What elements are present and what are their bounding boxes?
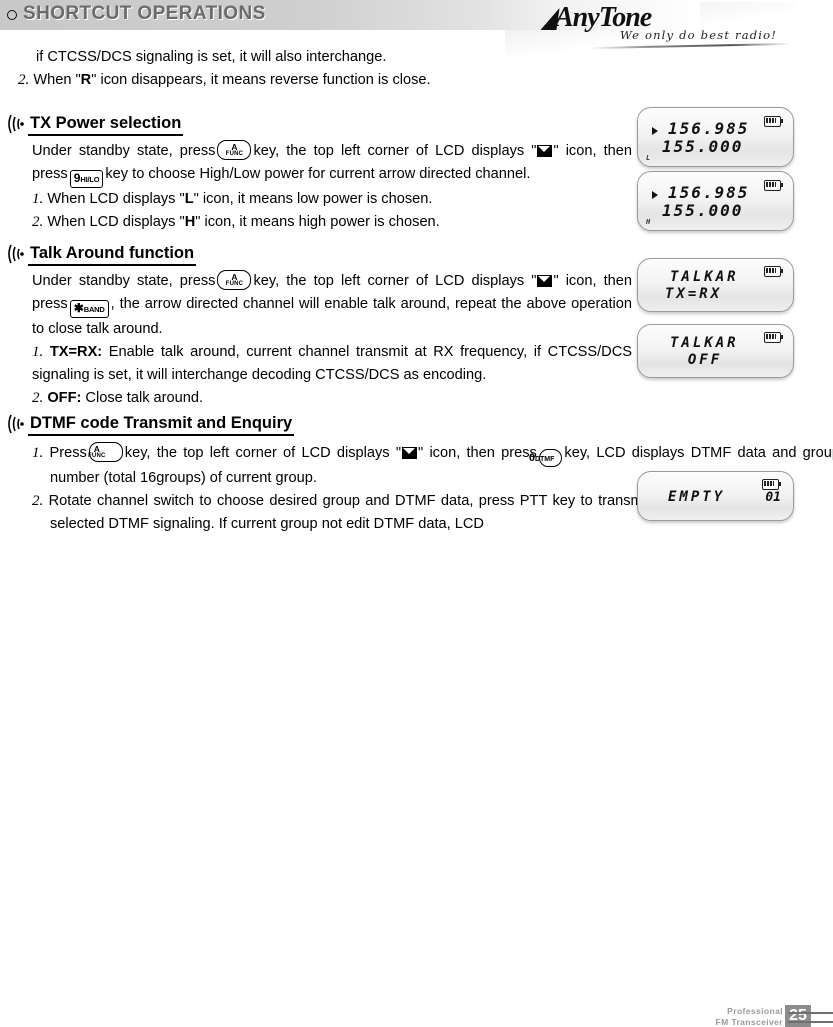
section-title-talk-around: Talk Around function <box>28 244 196 266</box>
key-func-icon[interactable]: AFUNC <box>217 140 251 160</box>
dtmf-item-1-c: " icon, then press <box>418 445 537 461</box>
signal-wave-icon <box>8 411 32 437</box>
section-title-dtmf: DTMF code Transmit and Enquiry <box>28 414 294 436</box>
key-star-label: ✱ <box>74 301 84 315</box>
key-hilo-label: HI/LO <box>80 175 99 184</box>
tx-body-a: Under standby state, press <box>32 143 215 159</box>
tx-body-b: key, the top left corner of LCD displays… <box>253 143 536 159</box>
tx-item-1-pre: When LCD displays " <box>47 191 184 207</box>
battery-icon <box>764 180 781 191</box>
battery-icon <box>764 116 781 127</box>
intro-line-1: if CTCSS/DCS signaling is set, it will a… <box>36 46 626 69</box>
lcd-talkar-on: TALKAR TX=RX <box>637 258 794 312</box>
tx-item-2-post: " icon, it means high power is chosen. <box>195 214 439 230</box>
lcd-low-power-line1: 156.985 <box>668 119 749 138</box>
key-func-bottom: FUNC <box>218 151 250 157</box>
ta-body-d: , the arrow directed channel will enable… <box>32 296 632 337</box>
circle-icon <box>7 10 17 20</box>
lcd-talkar-off-line2: OFF <box>665 351 722 370</box>
section-talk-around-body: Under standby state, pressAFUNCkey, the … <box>32 270 632 341</box>
lcd-low-power-line2: 155.000 <box>662 137 743 156</box>
key-func-bottom: FUNC <box>218 281 250 287</box>
channel-arrow-icon <box>652 127 658 135</box>
section-tx-power: TX Power selection Under standby state, … <box>10 102 630 234</box>
section-heading-wrap-talk-around: Talk Around function <box>10 244 630 270</box>
intro-block: if CTCSS/DCS signaling is set, it will a… <box>36 46 626 92</box>
section-title-tx-power: TX Power selection <box>28 114 183 136</box>
section-tx-power-body: Under standby state, pressAFUNCkey, the … <box>32 140 632 188</box>
footer-rule-bottom <box>788 1021 833 1023</box>
lcd-high-power-corner-label: H <box>646 218 650 226</box>
ta-item-1-text: Enable talk around, current channel tran… <box>32 344 632 383</box>
intro-item-2: 2. When "R" icon disappears, it means re… <box>18 69 626 92</box>
intro-item-2-text-b: " icon disappears, it means reverse func… <box>91 72 430 88</box>
section-heading-wrap-dtmf: DTMF code Transmit and Enquiry <box>10 414 825 442</box>
key-0-dtmf-icon[interactable]: 0DTMF <box>539 449 563 467</box>
key-9-hilo-icon[interactable]: 9HI/LO <box>70 170 104 188</box>
section-talk-around: Talk Around function Under standby state… <box>10 232 630 410</box>
envelope-icon <box>537 145 552 157</box>
envelope-icon <box>402 447 417 459</box>
lcd-low-power: 156.985 155.000 L <box>637 107 794 167</box>
ta-item-1-number: 1. <box>32 344 43 360</box>
signal-wave-icon <box>8 111 32 137</box>
signal-wave-icon <box>8 241 32 267</box>
lcd-talkar-on-line2: TX=RX <box>665 285 722 304</box>
section-heading-wrap-tx-power: TX Power selection <box>10 114 630 140</box>
page-header: SHORTCUT OPERATIONS AnyTone We only do b… <box>0 0 833 30</box>
dtmf-item-1-a: Press <box>49 445 86 461</box>
key-func-icon[interactable]: AFUNC <box>217 270 251 290</box>
tx-item-1-post: " icon, it means low power is chosen. <box>194 191 433 207</box>
tx-list-item-1: 1. When LCD displays "L" icon, it means … <box>32 188 630 211</box>
lcd-high-power-line1: 156.985 <box>668 183 749 202</box>
intro-item-2-bold: R <box>81 72 92 88</box>
lcd-high-power-line2: 155.000 <box>662 201 743 220</box>
battery-icon <box>764 266 781 277</box>
lcd-high-power: 156.985 155.000 H <box>637 171 794 231</box>
envelope-icon <box>537 275 552 287</box>
tx-item-2-bold: H <box>185 214 196 230</box>
footer-line-2: FM Transceiver <box>716 1017 784 1027</box>
page-number: 25 <box>785 1005 811 1027</box>
footer-line-1: Professional <box>716 1006 784 1017</box>
channel-arrow-icon <box>652 191 658 199</box>
battery-icon <box>762 479 779 490</box>
ta-body-a: Under standby state, press <box>32 273 215 289</box>
key-band-label: BAND <box>84 305 105 314</box>
battery-icon <box>764 332 781 343</box>
key-func-bottom: FUNC <box>90 453 122 459</box>
lcd-low-power-corner-label: L <box>646 154 650 162</box>
lcd-talkar-off: TALKAR OFF <box>637 324 794 378</box>
intro-item-2-text-a: When " <box>33 72 80 88</box>
ta-body-b: key, the top left corner of LCD displays… <box>253 273 536 289</box>
footer-brand-text: Professional FM Transceiver <box>716 1006 784 1027</box>
key-dtmf-label: DTMF <box>535 456 554 463</box>
key-star-band-icon[interactable]: ✱BAND <box>70 300 109 318</box>
page-content: if CTCSS/DCS signaling is set, it will a… <box>0 30 833 500</box>
ta-item-1-bold: TX=RX: <box>50 344 102 360</box>
dtmf-item-1-b: key, the top left corner of LCD displays… <box>125 445 401 461</box>
footer-rule-top <box>788 1012 833 1014</box>
tx-item-2-number: 2. <box>32 214 43 230</box>
ta-list-item-1: 1. TX=RX: Enable talk around, current ch… <box>32 341 632 387</box>
tx-item-1-number: 1. <box>32 191 43 207</box>
intro-item-2-number: 2. <box>18 72 29 88</box>
page-title: SHORTCUT OPERATIONS <box>23 3 266 25</box>
dtmf-item-1-number: 1. <box>32 445 43 461</box>
tx-item-2-pre: When LCD displays " <box>47 214 184 230</box>
tx-body-d: key to choose High/Low power for current… <box>105 166 530 182</box>
logo-brand-any: Any <box>555 2 599 33</box>
key-func-icon[interactable]: AFUNC <box>89 442 123 462</box>
tx-list-item-2: 2. When LCD displays "H" icon, it means … <box>32 211 630 234</box>
tx-item-1-bold: L <box>185 191 194 207</box>
page-footer: Professional FM Transceiver 25 <box>0 500 833 552</box>
